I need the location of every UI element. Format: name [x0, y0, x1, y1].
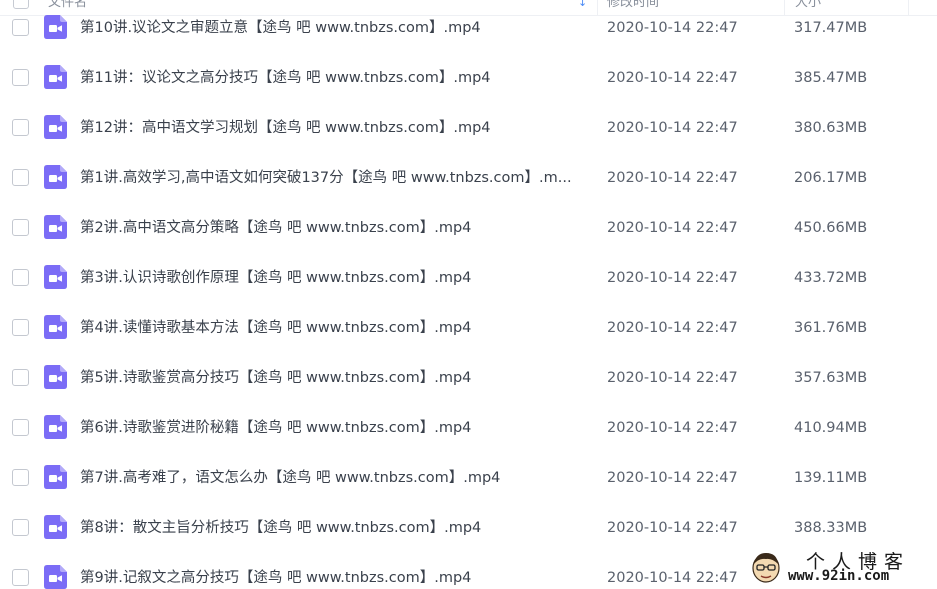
file-row[interactable]: 第2讲.高中语文高分策略【途鸟 吧 www.tnbzs.com】.mp4 2020…: [0, 215, 937, 268]
row-checkbox[interactable]: [12, 169, 29, 186]
video-file-icon: [44, 115, 67, 139]
file-list: 第10讲.议论文之审题立意【途鸟 吧 www.tnbzs.com】.mp4 202…: [0, 15, 937, 589]
video-file-icon: [44, 215, 67, 239]
file-name[interactable]: 第7讲.高考难了，语文怎么办【途鸟 吧 www.tnbzs.com】.mp4: [80, 468, 580, 488]
file-modified-time: 2020-10-14 22:47: [607, 470, 738, 486]
file-size: 317.47MB: [794, 20, 868, 36]
file-size: 380.63MB: [794, 120, 868, 136]
file-size: 433.72MB: [794, 270, 868, 286]
file-modified-time: 2020-10-14 22:47: [607, 320, 738, 336]
video-file-icon: [44, 465, 67, 489]
file-size: 139.11MB: [794, 470, 868, 486]
file-modified-time: 2020-10-14 22:47: [607, 570, 738, 586]
file-modified-time: 2020-10-14 22:47: [607, 420, 738, 436]
column-divider[interactable]: [784, 0, 785, 16]
row-checkbox[interactable]: [12, 319, 29, 336]
file-modified-time: 2020-10-14 22:47: [607, 120, 738, 136]
column-header-size[interactable]: 大小: [795, 0, 821, 16]
column-divider[interactable]: [908, 0, 909, 16]
sort-down-icon[interactable]: ↓: [578, 0, 587, 16]
file-size: 361.76MB: [794, 320, 868, 336]
file-size: 388.33MB: [794, 520, 868, 536]
video-file-icon: [44, 515, 67, 539]
column-divider[interactable]: [597, 0, 598, 16]
file-size: 450.66MB: [794, 220, 868, 236]
file-row[interactable]: 第5讲.诗歌鉴赏高分技巧【途鸟 吧 www.tnbzs.com】.mp4 2020…: [0, 365, 937, 418]
file-size: 357.63MB: [794, 370, 868, 386]
row-checkbox[interactable]: [12, 469, 29, 486]
file-row[interactable]: 第11讲：议论文之高分技巧【途鸟 吧 www.tnbzs.com】.mp4 202…: [0, 65, 937, 118]
file-modified-time: 2020-10-14 22:47: [607, 70, 738, 86]
row-checkbox[interactable]: [12, 419, 29, 436]
cartoon-face-icon: [752, 553, 780, 583]
file-name[interactable]: 第1讲.高效学习,高中语文如何突破137分【途鸟 吧 www.tnbzs.com…: [80, 168, 580, 188]
file-name[interactable]: 第5讲.诗歌鉴赏高分技巧【途鸟 吧 www.tnbzs.com】.mp4: [80, 368, 580, 388]
row-checkbox[interactable]: [12, 569, 29, 586]
file-modified-time: 2020-10-14 22:47: [607, 220, 738, 236]
file-row[interactable]: 第1讲.高效学习,高中语文如何突破137分【途鸟 吧 www.tnbzs.com…: [0, 165, 937, 218]
file-row[interactable]: 第7讲.高考难了，语文怎么办【途鸟 吧 www.tnbzs.com】.mp4 20…: [0, 465, 937, 518]
video-file-icon: [44, 265, 67, 289]
select-all-checkbox[interactable]: [13, 0, 29, 9]
row-checkbox[interactable]: [12, 219, 29, 236]
file-size: 410.94MB: [794, 420, 868, 436]
file-modified-time: 2020-10-14 22:47: [607, 170, 738, 186]
video-file-icon: [44, 15, 67, 39]
file-row[interactable]: 第4讲.读懂诗歌基本方法【途鸟 吧 www.tnbzs.com】.mp4 2020…: [0, 315, 937, 368]
row-checkbox[interactable]: [12, 369, 29, 386]
column-header-name[interactable]: 文件名: [48, 0, 87, 16]
row-checkbox[interactable]: [12, 19, 29, 36]
file-name[interactable]: 第11讲：议论文之高分技巧【途鸟 吧 www.tnbzs.com】.mp4: [80, 68, 580, 88]
video-file-icon: [44, 65, 67, 89]
file-name[interactable]: 第4讲.读懂诗歌基本方法【途鸟 吧 www.tnbzs.com】.mp4: [80, 318, 580, 338]
video-file-icon: [44, 565, 67, 589]
file-size: 206.17MB: [794, 170, 868, 186]
file-row[interactable]: 第10讲.议论文之审题立意【途鸟 吧 www.tnbzs.com】.mp4 202…: [0, 15, 937, 68]
file-name[interactable]: 第2讲.高中语文高分策略【途鸟 吧 www.tnbzs.com】.mp4: [80, 218, 580, 238]
site-watermark: 个人博客 www.92in.com: [744, 544, 936, 589]
video-file-icon: [44, 165, 67, 189]
video-file-icon: [44, 365, 67, 389]
file-modified-time: 2020-10-14 22:47: [607, 270, 738, 286]
watermark-url: www.92in.com: [788, 568, 890, 584]
row-checkbox[interactable]: [12, 119, 29, 136]
file-name[interactable]: 第8讲：散文主旨分析技巧【途鸟 吧 www.tnbzs.com】.mp4: [80, 518, 580, 538]
file-modified-time: 2020-10-14 22:47: [607, 20, 738, 36]
file-name[interactable]: 第6讲.诗歌鉴赏进阶秘籍【途鸟 吧 www.tnbzs.com】.mp4: [80, 418, 580, 438]
file-list-header: 文件名 ↓ 修改时间 大小: [0, 0, 937, 16]
row-checkbox[interactable]: [12, 69, 29, 86]
video-file-icon: [44, 315, 67, 339]
file-row[interactable]: 第6讲.诗歌鉴赏进阶秘籍【途鸟 吧 www.tnbzs.com】.mp4 2020…: [0, 415, 937, 468]
row-checkbox[interactable]: [12, 519, 29, 536]
row-checkbox[interactable]: [12, 269, 29, 286]
file-row[interactable]: 第12讲：高中语文学习规划【途鸟 吧 www.tnbzs.com】.mp4 202…: [0, 115, 937, 168]
column-header-time[interactable]: 修改时间: [607, 0, 659, 16]
file-size: 385.47MB: [794, 70, 868, 86]
file-name[interactable]: 第10讲.议论文之审题立意【途鸟 吧 www.tnbzs.com】.mp4: [80, 18, 580, 38]
file-name[interactable]: 第12讲：高中语文学习规划【途鸟 吧 www.tnbzs.com】.mp4: [80, 118, 580, 138]
video-file-icon: [44, 415, 67, 439]
file-name[interactable]: 第9讲.记叙文之高分技巧【途鸟 吧 www.tnbzs.com】.mp4: [80, 568, 580, 588]
file-row[interactable]: 第3讲.认识诗歌创作原理【途鸟 吧 www.tnbzs.com】.mp4 2020…: [0, 265, 937, 318]
file-modified-time: 2020-10-14 22:47: [607, 520, 738, 536]
file-modified-time: 2020-10-14 22:47: [607, 370, 738, 386]
file-name[interactable]: 第3讲.认识诗歌创作原理【途鸟 吧 www.tnbzs.com】.mp4: [80, 268, 580, 288]
